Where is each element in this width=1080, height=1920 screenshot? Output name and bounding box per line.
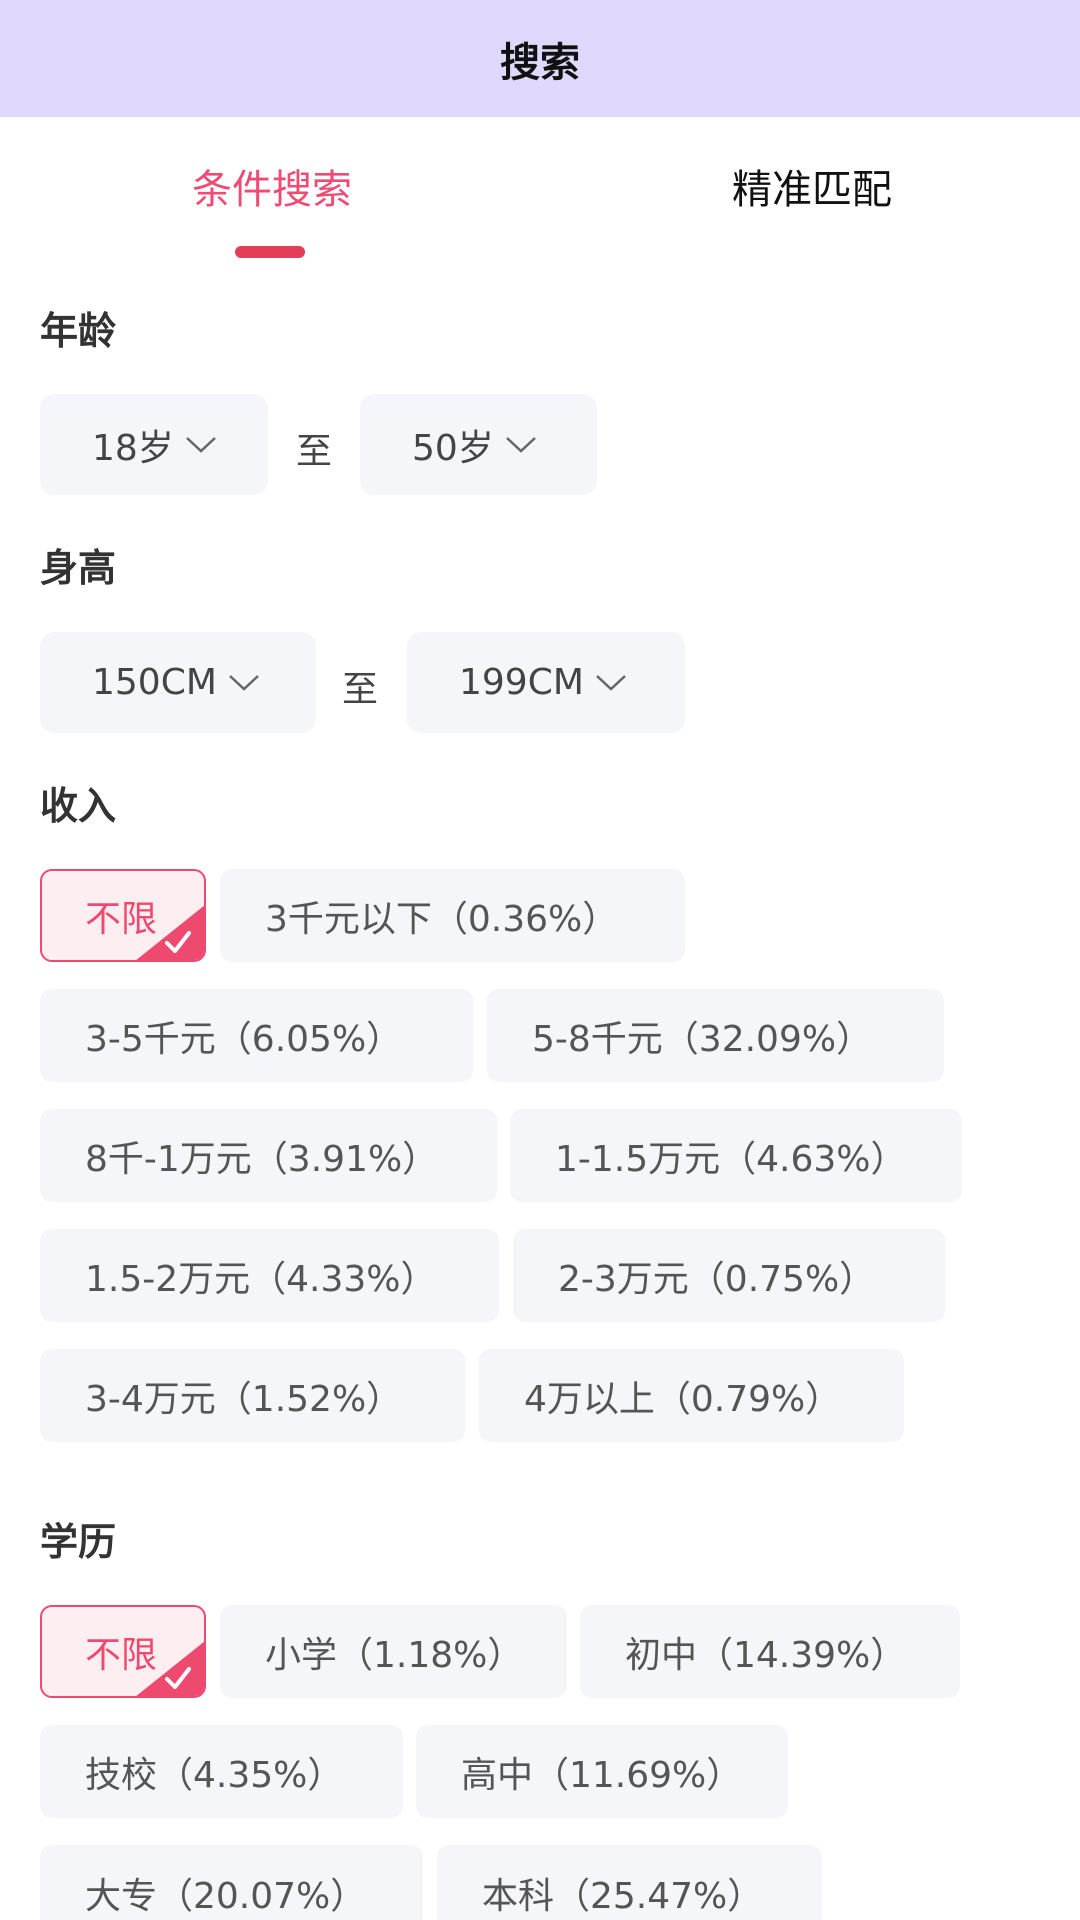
page-title: 搜索 xyxy=(500,39,580,86)
income-option[interactable]: 4万以上（0.79%） xyxy=(479,1349,904,1442)
income-option[interactable]: 3千元以下（0.36%） xyxy=(220,869,685,962)
income-option[interactable]: 1.5-2万元（4.33%） xyxy=(40,1229,499,1322)
chip-label: 大专（20.07%） xyxy=(85,1876,367,1917)
education-option[interactable]: 初中（14.39%） xyxy=(580,1605,960,1698)
check-icon xyxy=(136,1641,204,1696)
income-option-unlimited[interactable]: 不限 xyxy=(40,869,206,962)
tab-bar: 条件搜索 精准匹配 xyxy=(0,117,1080,267)
income-option[interactable]: 3-4万元（1.52%） xyxy=(40,1349,465,1442)
age-section-label: 年龄 xyxy=(40,309,117,353)
chip-label: 小学（1.18%） xyxy=(265,1634,524,1676)
age-max-select[interactable]: 50岁 xyxy=(360,394,597,495)
education-section-label: 学历 xyxy=(40,1520,117,1564)
chip-label: 1.5-2万元（4.33%） xyxy=(85,1258,437,1300)
income-option[interactable]: 8千-1万元（3.91%） xyxy=(40,1109,497,1202)
height-max-select[interactable]: 199CM xyxy=(407,632,685,733)
height-min-value: 150CM xyxy=(92,662,217,703)
chip-label: 技校（4.35%） xyxy=(85,1754,344,1796)
height-min-select[interactable]: 150CM xyxy=(40,632,316,733)
chip-label: 3千元以下（0.36%） xyxy=(265,898,619,940)
chip-label: 本科（25.47%） xyxy=(482,1876,764,1917)
age-max-value: 50岁 xyxy=(412,427,494,469)
education-option[interactable]: 小学（1.18%） xyxy=(220,1605,567,1698)
chevron-down-icon xyxy=(505,436,536,453)
chip-label: 1-1.5万元（4.63%） xyxy=(555,1138,907,1180)
active-tab-indicator xyxy=(235,246,305,258)
chip-label: 2-3万元（0.75%） xyxy=(558,1258,876,1300)
age-range-separator: 至 xyxy=(296,431,333,472)
income-option[interactable]: 2-3万元（0.75%） xyxy=(513,1229,945,1322)
chip-label: 高中（11.69%） xyxy=(461,1754,743,1796)
chip-label: 3-5千元（6.05%） xyxy=(85,1018,403,1060)
chevron-down-icon xyxy=(185,436,216,453)
height-section-label: 身高 xyxy=(40,546,117,590)
income-option[interactable]: 5-8千元（32.09%） xyxy=(487,989,944,1082)
income-section-label: 收入 xyxy=(40,784,117,828)
chevron-down-icon xyxy=(229,674,259,691)
chip-label: 8千-1万元（3.91%） xyxy=(85,1138,439,1180)
education-option[interactable]: 技校（4.35%） xyxy=(40,1725,403,1818)
chevron-down-icon xyxy=(596,674,626,691)
education-option-unlimited[interactable]: 不限 xyxy=(40,1605,206,1698)
tab-precise-match[interactable]: 精准匹配 xyxy=(732,157,892,215)
chip-label: 初中（14.39%） xyxy=(625,1634,907,1676)
income-option[interactable]: 3-5千元（6.05%） xyxy=(40,989,473,1082)
education-option[interactable]: 高中（11.69%） xyxy=(416,1725,788,1818)
education-option[interactable]: 本科（25.47%） xyxy=(437,1845,822,1920)
height-max-value: 199CM xyxy=(459,662,584,703)
header-bar: 搜索 xyxy=(0,0,1080,117)
income-option[interactable]: 1-1.5万元（4.63%） xyxy=(510,1109,962,1202)
tab-condition-search[interactable]: 条件搜索 xyxy=(192,157,352,215)
age-min-select[interactable]: 18岁 xyxy=(40,394,268,495)
chip-label: 5-8千元（32.09%） xyxy=(532,1018,873,1060)
chip-label: 4万以上（0.79%） xyxy=(524,1378,842,1420)
age-min-value: 18岁 xyxy=(92,427,174,469)
check-icon xyxy=(136,905,204,960)
height-range-separator: 至 xyxy=(342,669,379,710)
chip-label: 3-4万元（1.52%） xyxy=(85,1378,403,1420)
education-option[interactable]: 大专（20.07%） xyxy=(40,1845,423,1920)
